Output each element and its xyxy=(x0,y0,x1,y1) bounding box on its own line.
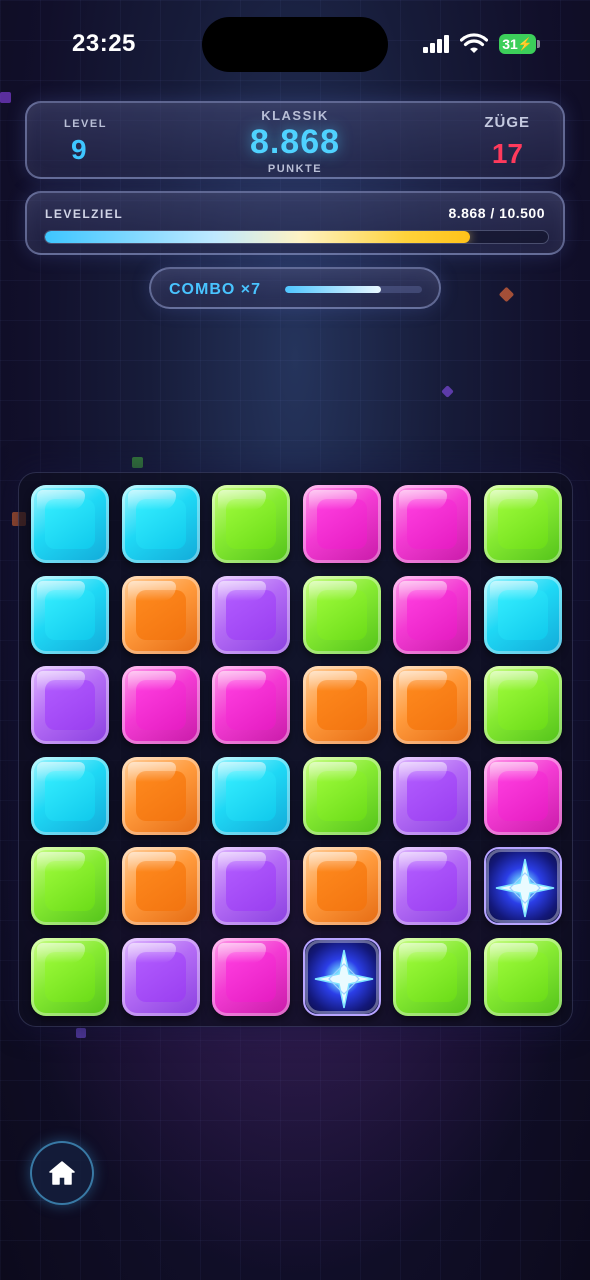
score-value: 8.868 xyxy=(249,123,341,161)
combo-progress-fill xyxy=(285,286,381,293)
combo-label: COMBO ×7 xyxy=(169,281,262,298)
tile-purple[interactable] xyxy=(393,847,471,925)
tile-green[interactable] xyxy=(302,756,381,835)
tile-orange[interactable] xyxy=(302,666,381,744)
home-button[interactable] xyxy=(30,1141,94,1205)
tile-cyan[interactable] xyxy=(31,485,109,563)
tile-pink[interactable] xyxy=(393,485,471,563)
tile-special[interactable] xyxy=(483,847,562,925)
particle xyxy=(441,385,454,398)
tile-cyan[interactable] xyxy=(212,756,290,835)
particle xyxy=(132,457,143,468)
tile-cyan[interactable] xyxy=(31,756,109,835)
tile-pink[interactable] xyxy=(393,575,471,654)
particle xyxy=(498,286,515,303)
tile-green[interactable] xyxy=(483,485,562,563)
tile-pink[interactable] xyxy=(212,666,290,744)
battery-charging-icon: 31 ⚡ xyxy=(499,34,541,54)
tile-purple[interactable] xyxy=(212,575,290,654)
moves-value: 17 xyxy=(491,138,523,169)
star-burst-icon xyxy=(495,858,554,918)
tile-purple[interactable] xyxy=(31,666,109,744)
tile-green[interactable] xyxy=(212,485,290,563)
dynamic-island xyxy=(202,17,388,72)
combo-panel: COMBO ×7 xyxy=(149,267,441,309)
tile-green[interactable] xyxy=(302,575,381,654)
tile-green[interactable] xyxy=(31,937,109,1016)
home-icon xyxy=(49,1161,75,1185)
tile-cyan[interactable] xyxy=(121,485,200,563)
moves-label: ZÜGE xyxy=(484,114,530,131)
score-panel: LEVEL 9 KLASSIK 8.868 PUNKTE ZÜGE 17 xyxy=(25,101,565,179)
tile-pink[interactable] xyxy=(121,666,200,744)
star-burst-icon xyxy=(314,949,373,1008)
tile-orange[interactable] xyxy=(302,847,381,925)
tile-orange[interactable] xyxy=(121,575,200,654)
tile-orange[interactable] xyxy=(121,756,200,835)
status-time: 23:25 xyxy=(72,30,136,57)
tile-pink[interactable] xyxy=(302,485,381,563)
tile-cyan[interactable] xyxy=(31,575,109,654)
tile-green[interactable] xyxy=(483,937,562,1016)
particle xyxy=(0,92,11,103)
tile-pink[interactable] xyxy=(212,937,290,1016)
cellular-signal-icon xyxy=(423,35,451,53)
tile-orange[interactable] xyxy=(393,666,471,744)
tile-green[interactable] xyxy=(31,847,109,925)
tile-purple[interactable] xyxy=(212,847,290,925)
tile-pink[interactable] xyxy=(483,756,562,835)
combo-progress-bar xyxy=(285,286,422,293)
particle xyxy=(76,1028,86,1038)
tile-green[interactable] xyxy=(483,666,562,744)
level-goal-progress-fill xyxy=(45,231,471,243)
battery-level: 31 xyxy=(502,36,518,52)
tile-purple[interactable] xyxy=(393,756,471,835)
level-goal-label: LEVELZIEL xyxy=(45,207,124,221)
wifi-icon xyxy=(460,33,488,53)
score-unit-label: PUNKTE xyxy=(267,163,323,175)
tile-cyan[interactable] xyxy=(483,575,562,654)
tile-special[interactable] xyxy=(302,937,381,1016)
tile-green[interactable] xyxy=(393,937,471,1016)
tile-purple[interactable] xyxy=(121,937,200,1016)
level-goal-value: 8.868 / 10.500 xyxy=(448,205,545,221)
status-bar: 23:25 31 ⚡ xyxy=(0,0,590,90)
tile-orange[interactable] xyxy=(121,847,200,925)
level-goal-progress-bar xyxy=(44,230,549,244)
game-board xyxy=(18,472,573,1027)
mode-label: KLASSIK xyxy=(261,108,329,123)
level-goal-panel: LEVELZIEL 8.868 / 10.500 xyxy=(25,191,565,255)
